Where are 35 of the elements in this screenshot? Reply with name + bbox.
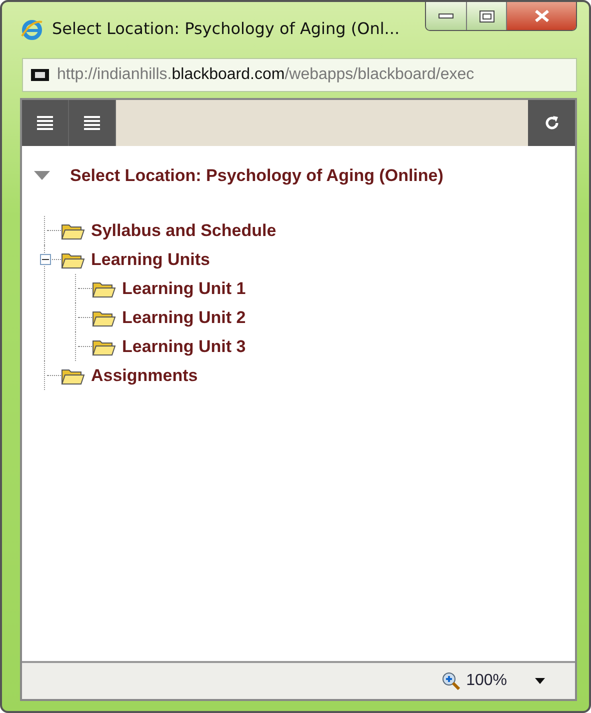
menu-button[interactable] (22, 100, 69, 146)
menu-button[interactable] (69, 100, 116, 146)
tree-item[interactable]: Learning Unit 3 (122, 336, 246, 356)
tree-item[interactable]: Syllabus and Schedule (91, 220, 276, 240)
menu-icon (37, 115, 53, 131)
close-button[interactable] (506, 2, 576, 30)
folder-icon (92, 308, 116, 326)
tree-item[interactable]: Learning Unit 1 (122, 278, 246, 298)
collapse-toggle[interactable] (40, 254, 51, 265)
dropdown-icon[interactable] (535, 678, 545, 684)
tree-item[interactable]: Learning Units (91, 250, 210, 270)
site-icon (31, 69, 49, 81)
refresh-icon (542, 114, 560, 132)
zoom-level[interactable]: 100% (466, 672, 507, 690)
folder-icon (92, 280, 116, 298)
tree-item[interactable]: Assignments (91, 366, 198, 386)
folder-icon (61, 366, 85, 384)
caret-icon[interactable] (34, 171, 50, 181)
maximize-button[interactable] (466, 2, 506, 30)
maximize-icon (478, 10, 494, 22)
zoom-icon[interactable] (442, 672, 460, 690)
folder-icon (61, 222, 85, 240)
close-icon (534, 9, 550, 23)
browser-icon (20, 18, 44, 42)
folder-icon (61, 250, 85, 268)
refresh-button[interactable] (528, 100, 575, 146)
minus-icon (42, 256, 49, 263)
url-text: http://indianhills.blackboard.com/webapps/blackboard/exec (57, 66, 474, 84)
minimize-icon (438, 13, 454, 19)
location-heading: Select Location: Psychology of Aging (Online) (70, 166, 444, 186)
menu-icon (84, 115, 100, 131)
tree-item[interactable]: Learning Unit 2 (122, 308, 246, 328)
folder-icon (92, 338, 116, 356)
window-title: Select Location: Psychology of Aging (Onl... (52, 19, 400, 38)
minimize-button[interactable] (426, 2, 466, 30)
